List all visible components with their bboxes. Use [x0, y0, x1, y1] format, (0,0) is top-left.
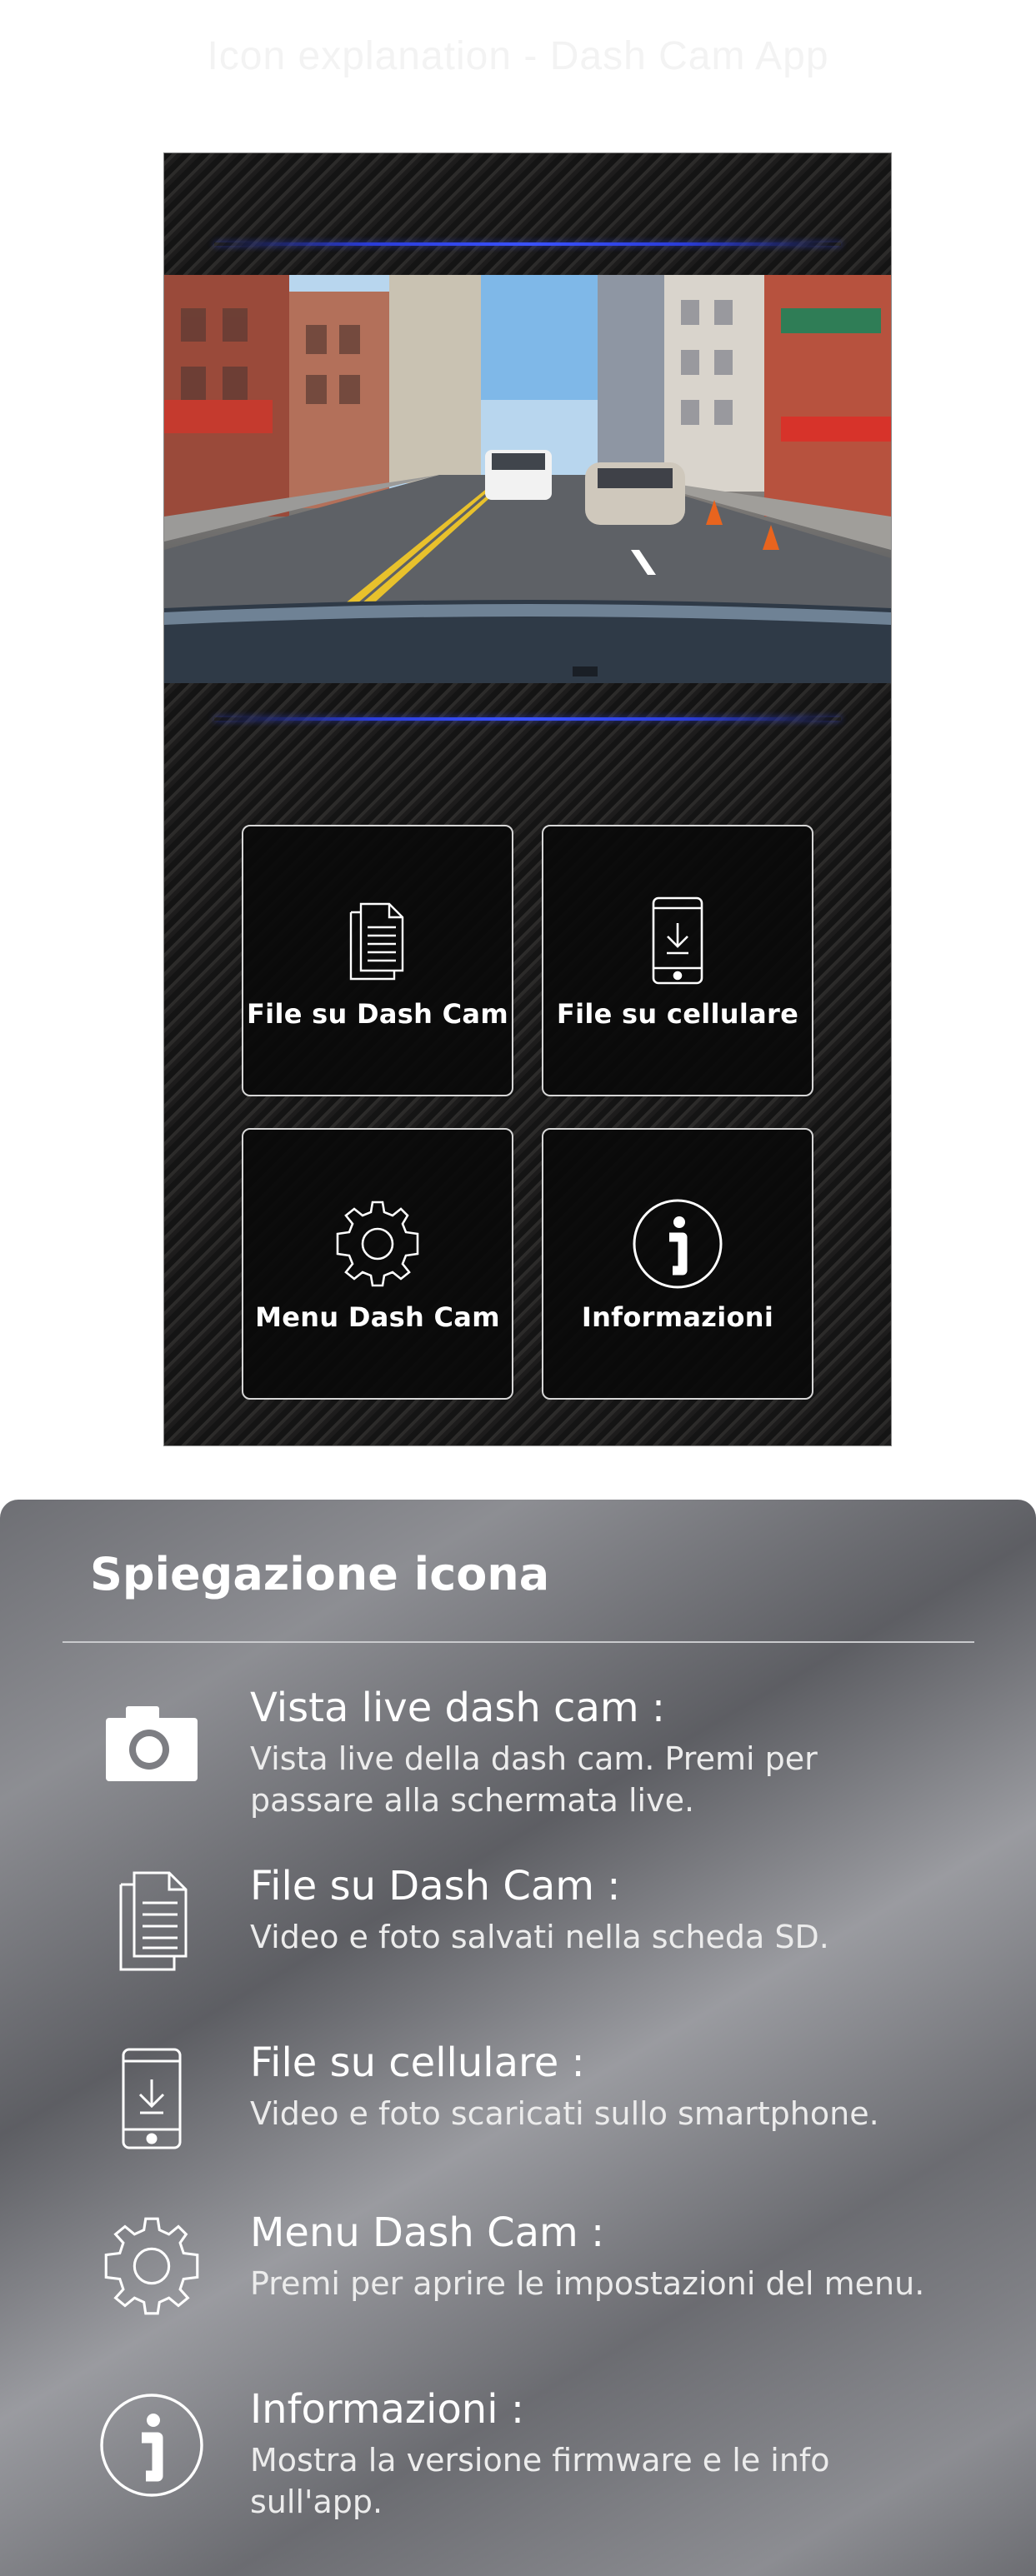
legend-entry-description: Premi per aprire le impostazioni del men… [250, 2265, 925, 2302]
tile-label: File su Dash Cam [247, 998, 508, 1030]
legend-divider [63, 1641, 974, 1643]
tile-dash-cam-files[interactable]: File su Dash Cam [242, 825, 513, 1096]
legend-entry-description: Vista live della dash cam. Premi per pas… [250, 1740, 818, 1819]
tile-label: File su cellulare [556, 998, 799, 1030]
phone-download-icon [648, 895, 707, 986]
tile-label: Menu Dash Cam [255, 1301, 500, 1333]
phone-screen: File su Dash Cam File su cellulare Menu … [163, 152, 892, 1446]
info-icon [93, 2391, 210, 2499]
legend-entry-title: Informazioni : [250, 2386, 524, 2433]
faint-header-text: Icon explanation - Dash Cam App [207, 34, 829, 78]
documents-icon [93, 1870, 210, 1973]
gear-icon [332, 1198, 423, 1290]
tile-label: Informazioni [581, 1301, 774, 1333]
phone-download-icon [93, 2046, 210, 2151]
documents-icon [336, 895, 419, 986]
legend-entry-description: Video e foto scaricati sullo smartphone. [250, 2095, 879, 2132]
tile-phone-files[interactable]: File su cellulare [542, 825, 813, 1096]
legend-entry-title: Menu Dash Cam : [250, 2209, 605, 2256]
gear-icon [93, 2214, 210, 2318]
legend-entry-title: File su Dash Cam : [250, 1863, 621, 1910]
info-icon [631, 1198, 724, 1290]
icon-legend-panel: Spiegazione icona Vista live dash cam : … [0, 1500, 1036, 2576]
blue-glow-line-bottom [214, 717, 841, 721]
camera-icon [93, 1703, 210, 1786]
live-view-preview[interactable] [164, 275, 891, 683]
tile-dash-cam-menu[interactable]: Menu Dash Cam [242, 1128, 513, 1400]
legend-entry-description: Mostra la versione firmware e le info su… [250, 2442, 830, 2520]
legend-entry-description: Video e foto salvati nella scheda SD. [250, 1919, 829, 1955]
legend-entry-title: File su cellulare : [250, 2039, 585, 2086]
legend-title: Spiegazione icona [90, 1548, 550, 1600]
blue-glow-line-top [214, 242, 841, 246]
legend-entry-title: Vista live dash cam : [250, 1685, 666, 1731]
tile-information[interactable]: Informazioni [542, 1128, 813, 1400]
